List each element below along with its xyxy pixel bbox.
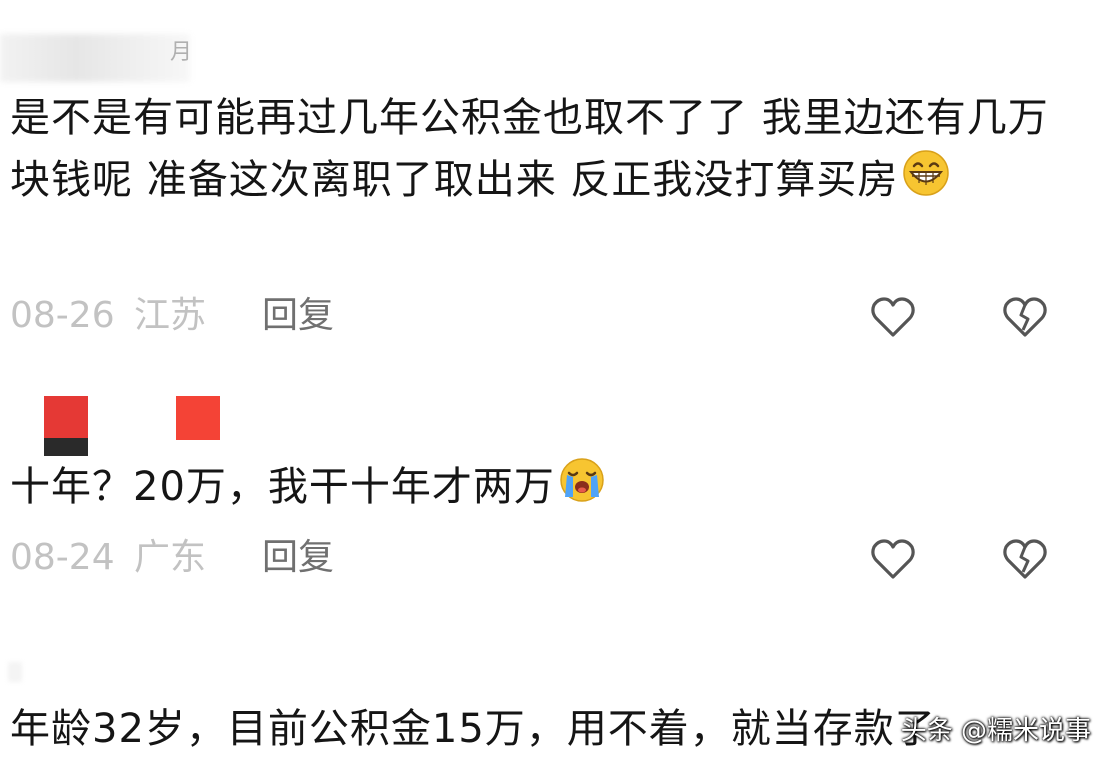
comment-text-content: 年龄32岁，目前公积金15万，用不着，就当存款了 [10,706,936,752]
heart-outline-icon [871,539,915,579]
comment-text-content: 是不是有可能再过几年公积金也取不了了 我里边还有几万块钱呢 准备这次离职了取出来… [10,95,1049,203]
comment-text-content: 十年？20万，我干十年才两万 [10,464,555,510]
loudly-crying-face-emoji [559,457,605,521]
comment-date: 08-26 [10,295,115,336]
comment-item: 十年？20万，我干十年才两万 08-24 广东 回复 [0,390,1109,590]
comment-region: 江苏 [134,295,207,336]
comment-region: 广东 [134,537,207,578]
username-blur [0,34,190,82]
comment-text: 十年？20万，我干十年才两万 [10,456,1050,521]
comment-date: 08-24 [10,537,115,578]
comment-username[interactable]: 月 [170,38,192,68]
comment-text: 年龄32岁，目前公积金15万，用不着，就当存款了 [10,698,1050,760]
comment-meta: 08-24 广东 回复 [10,536,1100,580]
avatar-blur-left-bottom [44,438,88,456]
avatar-blur-right[interactable] [176,396,220,440]
reply-button[interactable]: 回复 [262,536,334,580]
broken-heart-icon [1003,539,1047,579]
comment-item: 月 是不是有可能再过几年公积金也取不了了 我里边还有几万块钱呢 准备这次离职了取… [0,0,1109,350]
comment-text: 是不是有可能再过几年公积金也取不了了 我里边还有几万块钱呢 准备这次离职了取出来… [10,87,1050,215]
grinning-face-emoji [902,149,950,215]
broken-heart-icon [1003,297,1047,337]
comment-item: 年龄32岁，目前公积金15万，用不着，就当存款了 [0,650,1109,768]
comment-meta: 08-26 江苏 回复 [10,294,1100,338]
watermark: 头条 @糯米说事 [900,716,1091,746]
dislike-button[interactable] [1002,538,1048,580]
like-button[interactable] [870,296,916,338]
heart-outline-icon [871,297,915,337]
dislike-button[interactable] [1002,296,1048,338]
like-button[interactable] [870,538,916,580]
username-blur [8,662,22,682]
reply-button[interactable]: 回复 [262,294,334,338]
comment-thread: 月 是不是有可能再过几年公积金也取不了了 我里边还有几万块钱呢 准备这次离职了取… [0,0,1109,768]
